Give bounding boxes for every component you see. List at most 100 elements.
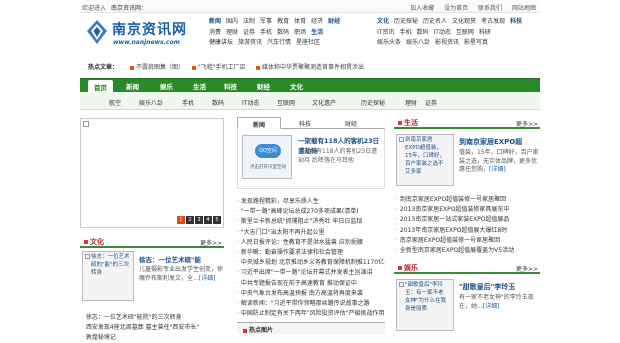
ent-headline[interactable]: "甜歌皇后"李玲玉 — [459, 282, 515, 292]
channel-link[interactable]: 证券 — [243, 29, 255, 36]
ent-more-link[interactable]: 更多>> — [516, 264, 538, 273]
channel-link[interactable]: 理财 — [226, 29, 238, 36]
channel-link[interactable]: 历史名人 — [423, 18, 447, 25]
hot-article-link[interactable]: "飞蛙"手机工厂店 — [192, 62, 246, 71]
nav-life[interactable]: 生活 — [193, 81, 206, 91]
slide-page-button[interactable]: 4 — [204, 216, 212, 224]
subnav-link[interactable]: 文化遗产 — [312, 98, 336, 107]
slide-page-button[interactable]: 1 — [177, 216, 185, 224]
channel-link[interactable]: 消费 — [209, 29, 221, 36]
subnav-link[interactable]: 手机 — [182, 98, 194, 107]
list-item[interactable]: 敦煌秘境记 — [82, 332, 224, 342]
list-item[interactable]: 2013南京家居一站式家装EXPO超值展品 — [396, 214, 540, 224]
focus-slideshow[interactable]: 12345 — [80, 118, 224, 228]
channel-culture[interactable]: 文化 — [377, 18, 389, 25]
channel-link[interactable]: 历史探秘 — [394, 18, 418, 25]
list-item[interactable]: 南京家居EXPO超值装修一号家居聚回 — [396, 235, 540, 245]
channel-finance[interactable]: 财经 — [328, 18, 340, 25]
channel-link[interactable]: 手机 — [260, 29, 272, 36]
life-headline[interactable]: 到南京家居EXPO超 — [459, 137, 522, 147]
list-item[interactable]: 发现路程精彩，尽享乐质人生 — [237, 196, 385, 206]
hot-article-link[interactable]: 不露肩图集（图） — [130, 62, 184, 71]
subnav-link[interactable]: 航空 — [109, 98, 121, 107]
nav-tech[interactable]: 科技 — [224, 81, 237, 91]
channel-link[interactable]: 汽车行情 — [267, 39, 291, 46]
list-item[interactable]: 到南京家居EXPO超值装修一号家居聚回 — [396, 194, 540, 204]
subnav-link[interactable]: 互联网 — [277, 98, 295, 107]
list-item[interactable]: 新华瞬：勤奋操作要求法律和社会管理 — [237, 247, 385, 257]
channel-news[interactable]: 新闻 — [209, 18, 221, 25]
channel-link[interactable]: 国内 — [226, 18, 238, 25]
set-homepage-link[interactable]: 设为首页 — [444, 5, 468, 12]
channel-link[interactable]: 考古发现 — [481, 18, 505, 25]
list-item[interactable]: 中共专题报告现在前于高速教育 推动保证中 — [237, 278, 385, 288]
channel-link[interactable]: 体育 — [294, 18, 306, 25]
subnav-link[interactable]: 理财 — [405, 98, 417, 107]
channel-link[interactable]: 数码 — [277, 29, 289, 36]
slide-page-button[interactable]: 2 — [186, 216, 194, 224]
channel-link[interactable]: 影视资讯 — [435, 39, 459, 46]
channel-link[interactable]: 职场 — [294, 29, 306, 36]
add-favorite-link[interactable]: 加入收藏 — [410, 5, 434, 12]
list-item[interactable]: 人民日报评论：性教育不是洪水猛兽 应别扼腰 — [237, 237, 385, 247]
subnav-link[interactable]: 娱乐八卦 — [139, 98, 163, 107]
list-item[interactable]: 2013南京家居EXPO超值装修家具展览中 — [396, 204, 540, 214]
list-item[interactable]: "一带一路"高峰论坛总成270多项成果(清单) — [237, 206, 385, 216]
slide-page-button[interactable]: 3 — [195, 216, 203, 224]
list-item[interactable]: 西安发现4座北周墓葬 墓主曾任"西安市长" — [82, 322, 224, 332]
channel-link[interactable]: 军事 — [260, 18, 272, 25]
life-detail-link[interactable]: [详细] — [489, 166, 506, 173]
site-logo[interactable]: 南京资讯网 www.nanjnews.com — [86, 17, 196, 51]
life-more-link[interactable]: 更多>> — [516, 119, 538, 128]
culture-more-link[interactable]: 更多>> — [200, 238, 222, 247]
site-link[interactable]: 南京资讯网 — [111, 5, 141, 12]
channel-link[interactable]: IT资讯 — [377, 29, 394, 36]
culture-detail-link[interactable]: [详细] — [199, 275, 216, 282]
tab-news[interactable]: 新闻 — [237, 117, 281, 129]
ent-detail-link[interactable]: [详细] — [483, 303, 500, 310]
culture-headline[interactable]: 徐志：一位艺术硕"能 — [139, 254, 201, 264]
list-item[interactable]: 中国防止制定有关下两年"风险投资评估"严峻挑战作用 — [237, 308, 385, 318]
list-item[interactable]: 解读新闻："习近平带你领略那丝路传说故事之路 — [237, 298, 385, 308]
channel-link[interactable]: 互联网 — [456, 29, 474, 36]
channel-link[interactable]: 手机 — [399, 29, 411, 36]
subnav-link[interactable]: 数码 — [212, 98, 224, 107]
channel-link[interactable]: 教育 — [277, 18, 289, 25]
channel-link[interactable]: 娱乐八卦 — [406, 39, 430, 46]
list-item[interactable]: 全新型南京家居EXPO超值展覆盖为V5活动 — [396, 245, 540, 255]
nav-culture[interactable]: 文化 — [290, 81, 303, 91]
channel-link[interactable]: IT动态 — [433, 29, 450, 36]
hot-article-link[interactable]: 媒体称中华贾聚聚测造首事件相贯涉出 — [256, 62, 364, 71]
slide-page-button[interactable]: 5 — [213, 216, 221, 224]
list-item[interactable]: 徐志：一位艺术硕"能院"的三次转身 — [82, 312, 224, 322]
list-item[interactable]: 习近平出席"一带一路"论坛开幕式并发表主旨演讲 — [237, 267, 385, 277]
channel-link[interactable]: 星座社区 — [296, 39, 320, 46]
life-image[interactable]: 到南京家居EXPO超值装，15年，口碑好，百户家装之选不艾多家 — [396, 134, 454, 186]
channel-link[interactable]: 健康讲坛 — [209, 39, 233, 46]
nav-news[interactable]: 新闻 — [126, 81, 139, 91]
tab-finance[interactable]: 财经 — [329, 117, 373, 129]
culture-image[interactable]: 徐志：一位艺术硕的"能"的三次转身 — [82, 251, 134, 301]
channel-tech[interactable]: 科技 — [510, 18, 522, 25]
channel-link[interactable]: 法制 — [243, 18, 255, 25]
list-item[interactable]: "大吉门口"当太阳不再升起公里 — [237, 227, 385, 237]
channel-link[interactable]: 文化观赏 — [452, 18, 476, 25]
nav-finance[interactable]: 财经 — [257, 81, 270, 91]
channel-link[interactable]: 经济 — [311, 18, 323, 25]
list-item[interactable]: 斯里兰卡新总统"抓捕阻止"济秀吐 牢日日监狱 — [237, 216, 385, 226]
contact-link[interactable]: 联系我们 — [478, 5, 502, 12]
channel-link[interactable]: 娱乐头条 — [377, 39, 401, 46]
ent-image[interactable]: "甜歌皇后"李玲玉：有一家不老女神"为什么在我身是丽质 — [396, 279, 454, 331]
channel-link[interactable]: 数码 — [416, 29, 428, 36]
list-item[interactable]: 中央气象台发布高温预报 南方高温将再度来袭 — [237, 288, 385, 298]
list-item[interactable]: 2013年南京家居EXPO超值展大爆红8时 — [396, 225, 540, 235]
channel-link[interactable]: 旅游资讯 — [238, 39, 262, 46]
subnav-link[interactable]: 历史探秘 — [361, 98, 385, 107]
channel-link[interactable]: 影星写真 — [464, 39, 488, 46]
subnav-link[interactable]: IT动态 — [242, 98, 259, 107]
list-item[interactable]: 中央城乡规划 北京推动乡义务教育保障机制推1170亿元 — [237, 257, 385, 267]
headline-image[interactable]: QQ空间 点击打开冷型空间 — [242, 135, 292, 179]
channel-link[interactable]: 科研 — [479, 29, 491, 36]
tab-tech[interactable]: 科技 — [283, 117, 327, 129]
subnav-link[interactable]: 证券 — [425, 98, 437, 107]
